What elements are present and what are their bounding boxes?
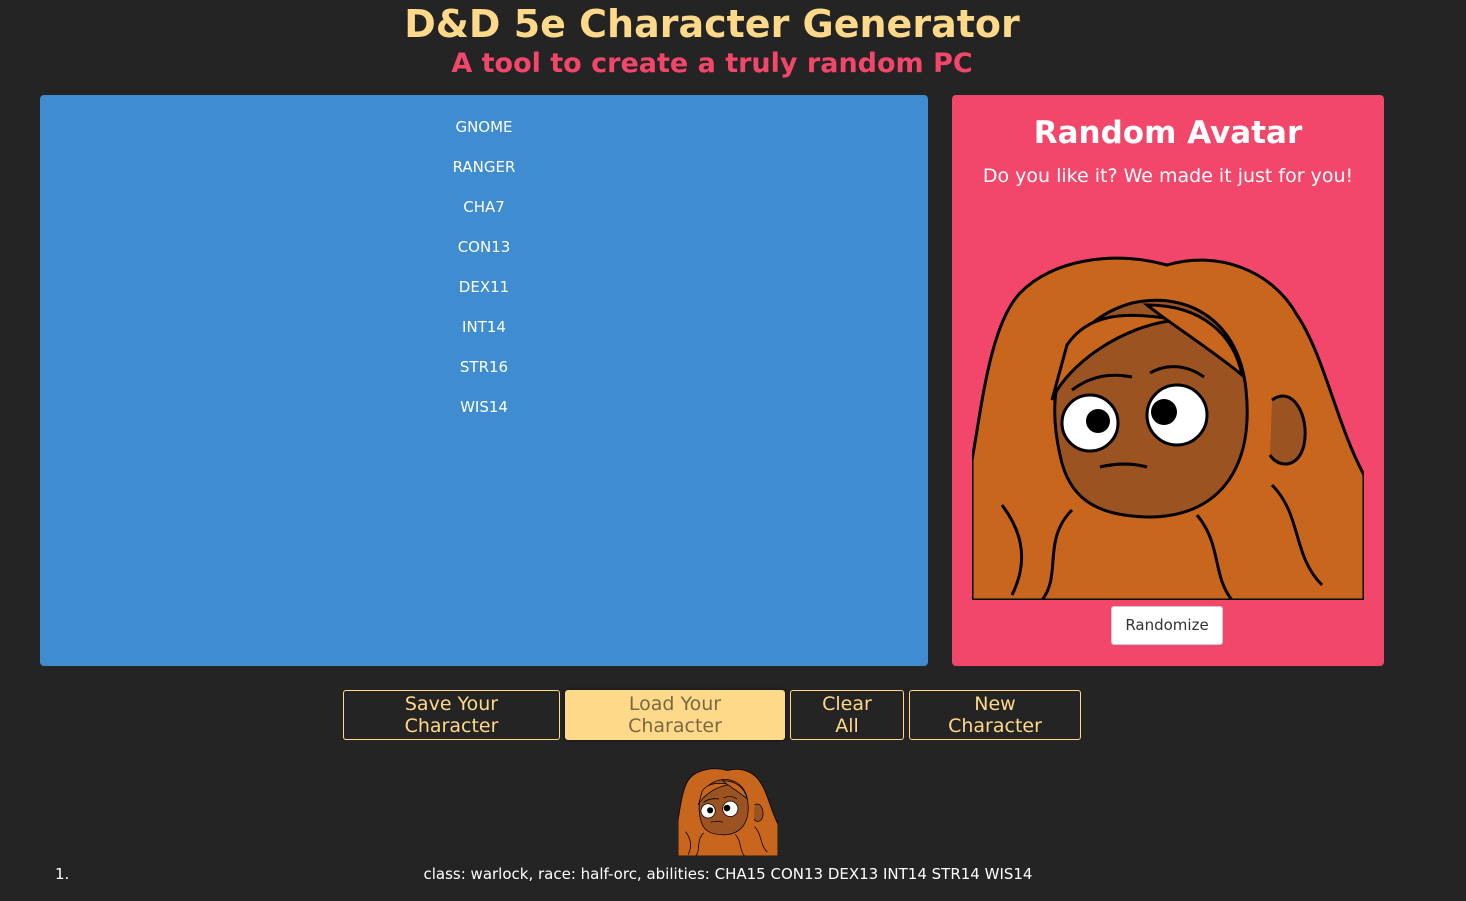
ability-con: CON13 [457,238,511,256]
stat-list: GNOME RANGER CHA7 CON13 DEX11 INT14 STR1… [40,95,928,433]
save-character-button[interactable]: Save Your Character [343,690,560,740]
ability-wis: WIS14 [460,398,508,416]
ability-dex: DEX11 [458,278,510,296]
avatar-subtitle: Do you like it? We made it just for you! [982,165,1354,187]
page-title: D&D 5e Character Generator [404,2,1020,46]
saved-character-avatar [678,768,778,856]
randomize-button[interactable]: Randomize [1111,606,1223,645]
new-character-button[interactable]: New Character [909,690,1081,740]
ability-cha: CHA7 [463,198,505,216]
page-subtitle: A tool to create a truly random PC [451,48,973,79]
clear-all-button[interactable]: Clear All [790,690,904,740]
ability-int: INT14 [462,318,506,336]
saved-character-summary: class: warlock, race: half-orc, abilitie… [423,865,1033,883]
load-character-button[interactable]: Load Your Character [565,690,785,740]
ability-str: STR16 [459,358,509,376]
avatar-card: Random Avatar Do you like it? We made it… [952,95,1384,666]
race-value: GNOME [455,118,513,136]
avatar-image [972,255,1364,600]
character-stats-panel: GNOME RANGER CHA7 CON13 DEX11 INT14 STR1… [40,95,928,666]
class-value: RANGER [452,158,516,176]
avatar-title: Random Avatar [1033,115,1303,151]
action-button-row: Save Your Character Load Your Character … [343,690,1081,740]
